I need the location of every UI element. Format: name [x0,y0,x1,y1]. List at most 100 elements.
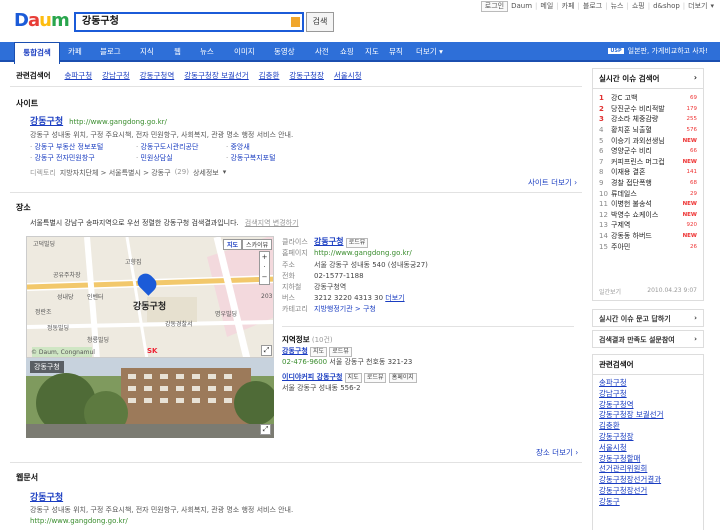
zoom-control[interactable]: + · − [259,251,270,285]
ranking-item[interactable]: 5 이승기 과외선생님 NEW [593,135,703,146]
topbar-link[interactable]: d&shop [653,2,680,10]
area-item-link[interactable]: 이디야커피 강동구청 [282,373,342,381]
ranking-item[interactable]: 1 강C 고백 69 [593,93,703,104]
tab-shopping[interactable]: 쇼핑 [340,42,354,62]
site-sublink[interactable]: 강동구 전자민원창구 [34,154,94,162]
tab-integrated[interactable]: 통합검색 [14,42,60,64]
related-link[interactable]: 김충환 [259,70,280,81]
survey-button[interactable]: 검색결과 만족도 설문참여 › [592,330,704,348]
homepage-url[interactable]: http://www.gangdong.go.kr/ [314,249,412,257]
ranking-item[interactable]: 7 커피프린스 머그컵 NEW [593,157,703,168]
expand-icon[interactable]: ⤢ [261,345,272,356]
ranking-list: 1 강C 고백 69 2 당진군수 비리적발 179 3 강소라 체중감량 255 4 황치훈… [593,89,703,252]
ranking-item[interactable]: 6 영양군수 비리 66 [593,146,703,157]
site-more-link[interactable]: 사이트 더보기 › [528,177,577,188]
site-sublink[interactable]: 강동구복지포털 [230,154,275,162]
map-view-button[interactable]: 지도 [223,239,243,250]
ranking-item[interactable]: 12 박영수 쇼케이스 NEW [593,210,703,221]
related-link[interactable]: 강남구청 [102,70,130,81]
topbar-link[interactable]: 더보기 [688,1,707,11]
related-link[interactable]: 강동구청장 보궐선거 [184,70,248,81]
side-related-link[interactable]: 선거관리위원회 [593,464,703,475]
topbar-link[interactable]: 뉴스 [611,1,624,11]
side-related-link[interactable]: 강동구청장 [593,432,703,443]
ranking-item[interactable]: 8 이재용 결혼 141 [593,167,703,178]
tab-map[interactable]: 지도 [365,42,379,62]
roadview-button[interactable]: 로드뷰 [329,347,352,357]
dropdown-icon[interactable] [291,17,300,27]
ranking-item[interactable]: 10 류데일스 29 [593,188,703,199]
roadview-photo[interactable]: 강동구청 ⤢ [26,358,274,438]
roadview-button[interactable]: 로드뷰 [345,238,369,248]
web-title-link[interactable]: 강동구청 [30,493,63,503]
site-sublink[interactable]: 중앙새 [230,143,249,151]
tab-cafe[interactable]: 카페 [68,42,82,62]
ranking-item[interactable]: 11 이병헌 불송석 NEW [593,199,703,210]
ranking-item[interactable]: 4 황치훈 뇌출혈 576 [593,125,703,136]
place-description: 서울특별시 강남구 송파지역으로 우선 정렬한 강동구청 검색결과입니다. [30,219,239,227]
search-button[interactable]: 검색 [306,12,334,32]
tab-more[interactable]: 더보기 ▾ [416,42,443,62]
issue-qa-button[interactable]: 실시간 이슈 문고 답하기 › [592,309,704,327]
daily-view-link[interactable]: 일간보기 [599,287,621,296]
place-name-link[interactable]: 강동구청 [314,237,343,246]
tab-image[interactable]: 이미지 [234,42,255,62]
topbar-link[interactable]: Daum [511,2,532,10]
tab-blog[interactable]: 블로그 [100,42,121,62]
tab-news[interactable]: 뉴스 [200,42,214,62]
related-keywords: 관련검색어 송파구청 강남구청 강동구청역 강동구청장 보궐선거 김충환 강동구… [16,70,362,81]
homepage-button[interactable]: 홈페이지 [388,373,417,383]
topbar-link[interactable]: 카페 [562,1,575,11]
side-related-link[interactable]: 강동구 [593,497,703,508]
login-button[interactable]: 로그인 [480,0,509,12]
tab-video[interactable]: 동영상 [274,42,295,62]
related-link[interactable]: 강동구청역 [140,70,175,81]
expand-icon[interactable]: ⤢ [260,424,271,435]
side-related-link[interactable]: 김충환 [593,421,703,432]
ranking-item[interactable]: 14 강동동 하버드 NEW [593,231,703,242]
site-url[interactable]: http://www.gangdong.go.kr/ [69,118,167,126]
site-sublink[interactable]: 강동구 부동산 정보포털 [34,143,103,151]
map-button[interactable]: 지도 [310,347,328,357]
promo-banner[interactable]: USP 일본판, 가게비교하고 사자! [608,46,708,56]
detail-info-link[interactable]: 상세정보 [193,168,219,178]
change-region-link[interactable]: 검색지역 변경하기 [245,218,299,228]
topbar-link[interactable]: 블로그 [583,1,602,11]
place-map[interactable]: 지도 스카이뷰 + · − 고덕빌딩 공유주차장 고향집 성내당 인벤터 정란조 강… [26,236,274,358]
skyview-button[interactable]: 스카이뷰 [242,239,273,250]
tab-dictionary[interactable]: 사전 [315,42,329,62]
side-related-link[interactable]: 강동구청할매 [593,454,703,465]
tab-knowledge[interactable]: 지식 [140,42,154,62]
tab-music[interactable]: 뮤직 [389,42,403,62]
ranking-item[interactable]: 3 강소라 체중감량 255 [593,114,703,125]
side-related-link[interactable]: 강동구청장 보궐선거 [593,410,703,421]
map-button[interactable]: 지도 [344,373,362,383]
category-link[interactable]: 지방행정기관 > 구청 [314,305,376,313]
site-sublink[interactable]: 민원상담실 [140,154,172,162]
web-url[interactable]: http://www.gangdong.go.kr/ [30,517,570,525]
search-input[interactable]: 강동구청 [74,12,304,32]
bus-more-link[interactable]: 더보기 [385,294,404,302]
ranking-item[interactable]: 15 주아민 26 [593,241,703,252]
related-link[interactable]: 강동구청장 [289,70,324,81]
daum-logo[interactable]: Daum [14,10,70,31]
ranking-item[interactable]: 2 당진군수 비리적발 179 [593,104,703,115]
site-title-link[interactable]: 강동구청 [30,117,63,127]
site-sublink[interactable]: 강동구도시관리공단 [140,143,198,151]
side-related-link[interactable]: 강동구청역 [593,400,703,411]
side-related-link[interactable]: 강동구청장선거 [593,486,703,497]
ranking-item[interactable]: 9 경찰 접단폭행 68 [593,178,703,189]
tab-web[interactable]: 웹 [174,42,181,62]
side-related-link[interactable]: 서울시청 [593,443,703,454]
ranking-item[interactable]: 13 구제역 920 [593,220,703,231]
topbar-link[interactable]: 메일 [540,1,553,11]
related-link[interactable]: 송파구청 [65,70,93,81]
side-related-link[interactable]: 강동구청장선거결과 [593,475,703,486]
place-more-link[interactable]: 장소 더보기 › [536,447,578,458]
area-item-link[interactable]: 강동구청 [282,347,308,355]
side-related-link[interactable]: 송파구청 [593,378,703,389]
related-link[interactable]: 서울시청 [334,70,362,81]
topbar-link[interactable]: 쇼핑 [632,1,645,11]
side-related-link[interactable]: 강남구청 [593,389,703,400]
roadview-button[interactable]: 로드뷰 [363,373,387,383]
